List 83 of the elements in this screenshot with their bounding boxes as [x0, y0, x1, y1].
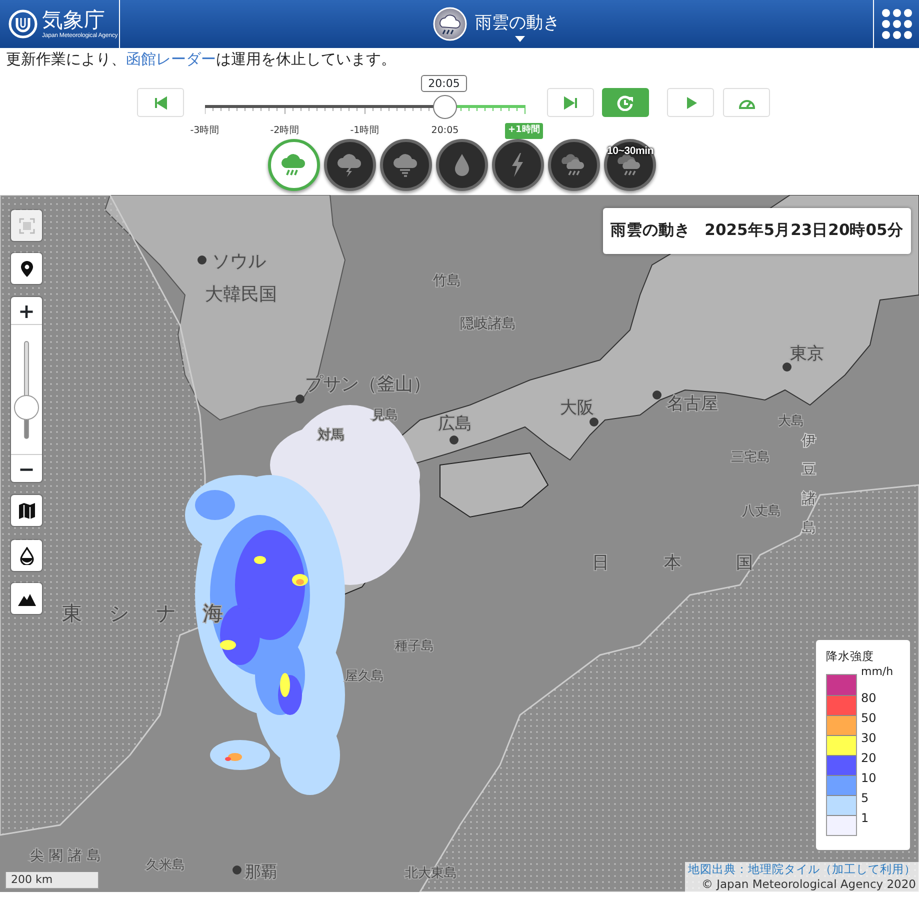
zoom-out-button[interactable]: −: [11, 454, 42, 482]
logo-icon: [8, 9, 38, 39]
drop-icon: [18, 546, 36, 564]
place-label: 屋久島: [345, 669, 384, 684]
timeline-track[interactable]: [205, 105, 525, 108]
zoom-slider-thumb[interactable]: [14, 395, 39, 420]
scale-bar: 200 km: [5, 872, 99, 889]
place-label: 伊豆諸島: [802, 433, 816, 536]
place-label: 大韓民国: [205, 284, 277, 305]
layer-button[interactable]: [492, 139, 544, 191]
place-label: 東京: [790, 344, 824, 364]
city-marker: [782, 362, 792, 372]
time-label: 20:05: [421, 75, 467, 92]
legend-value: 80: [861, 690, 878, 707]
legend-value: 30: [861, 730, 878, 747]
place-label: 大阪: [560, 398, 594, 418]
place-label: 対馬: [318, 428, 344, 443]
place-label: 三宅島: [731, 450, 770, 465]
refresh-button[interactable]: [602, 88, 649, 117]
refresh-icon: [616, 94, 634, 110]
city-marker: [296, 394, 304, 404]
notice-text: 更新作業により、函館レーダーは運用を休止しています。: [6, 50, 396, 68]
city-marker: [198, 256, 206, 264]
place-label: 日本国: [592, 553, 808, 573]
place-label: 北大東島: [405, 866, 457, 881]
place-label: 隠岐諸島: [460, 316, 516, 332]
place-label: 尖閣諸島: [30, 848, 106, 864]
app-icon[interactable]: [433, 7, 467, 41]
tick-label: -1時間: [349, 124, 381, 138]
logo-text: 気象庁: [42, 8, 106, 32]
speed-button[interactable]: [723, 88, 770, 117]
legend-value: 5: [861, 790, 870, 807]
map-datetime: 2025年5月23日20時05分: [704, 220, 904, 242]
place-label: 大島: [778, 414, 804, 429]
legend-value: 20: [861, 750, 878, 767]
place-label: 東シナ海: [62, 601, 250, 625]
menu-icon[interactable]: [880, 8, 912, 40]
map-title: 雨雲の動き: [610, 220, 691, 242]
legend-value: 50: [861, 710, 878, 727]
skip-forward-icon: [562, 94, 580, 110]
layer-button[interactable]: [548, 139, 600, 191]
layer-button[interactable]: [324, 139, 376, 191]
city-marker: [652, 390, 662, 400]
legend-unit: mm/h: [861, 664, 894, 680]
radar-link[interactable]: 函館レーダー: [126, 50, 216, 68]
zoom-in-button[interactable]: +: [11, 297, 42, 325]
place-label: 久米島: [146, 858, 185, 873]
tick-label: 20:05: [430, 124, 460, 138]
place-label: 種子島: [395, 639, 434, 654]
page-title[interactable]: 雨雲の動き: [475, 11, 560, 37]
place-label: 名古屋: [667, 394, 718, 414]
layer-button[interactable]: 10~30min: [604, 139, 656, 191]
location-button[interactable]: [11, 253, 42, 284]
city-marker: [450, 436, 458, 444]
place-label: 見島: [372, 408, 398, 423]
city-marker: [232, 866, 242, 874]
fullscreen-icon: [18, 216, 36, 234]
play-button[interactable]: [667, 88, 714, 117]
place-label: 八丈島: [742, 504, 781, 519]
caret-icon[interactable]: [515, 36, 525, 42]
place-label: ソウル: [212, 251, 266, 272]
precipitation-button[interactable]: [11, 540, 42, 571]
tick-label: -3時間: [189, 124, 221, 138]
city-marker: [590, 418, 598, 426]
place-label: 竹島: [433, 273, 461, 289]
map-icon: [18, 502, 36, 520]
basemap-button[interactable]: [11, 495, 42, 526]
skip-forward-button[interactable]: [547, 88, 594, 117]
legend-value: 10: [861, 770, 878, 787]
place-label: プサン（釜山）: [305, 374, 431, 395]
layer-button[interactable]: [436, 139, 488, 191]
place-label: 広島: [438, 414, 472, 434]
legend-title: 降水強度: [826, 648, 875, 664]
timeline-thumb[interactable]: [433, 95, 457, 119]
future-time-badge: +1時間: [505, 123, 543, 138]
place-label: 那覇: [245, 862, 277, 881]
tick-label: -2時間: [269, 124, 301, 138]
layer-button[interactable]: [380, 139, 432, 191]
terrain-button[interactable]: [11, 583, 42, 614]
legend-value: 1: [861, 810, 870, 827]
copyright-text: © Japan Meteorological Agency 2020: [700, 877, 916, 892]
skip-back-button[interactable]: [137, 88, 184, 117]
skip-back-icon: [154, 94, 168, 110]
